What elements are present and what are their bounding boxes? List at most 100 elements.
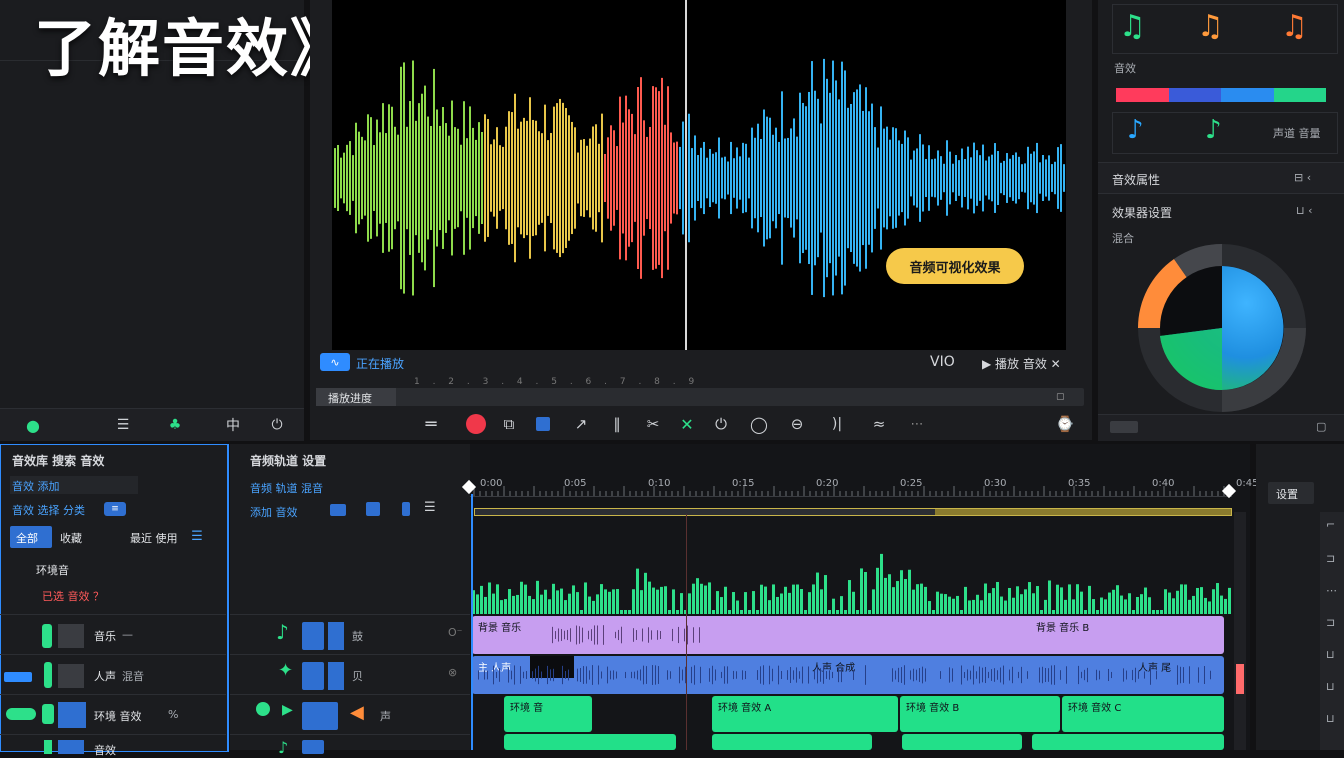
music-note-green2-icon[interactable]: ♪ [1205, 115, 1222, 145]
edit-icon[interactable]: ☰ [112, 414, 134, 436]
loop-icon[interactable]: ⏻ [710, 413, 732, 435]
library-row2[interactable]: 音效 选择 分类 [12, 502, 85, 518]
clip-green-row2-c[interactable] [902, 734, 1022, 750]
clip-green-1[interactable]: 环境 音 [504, 696, 592, 732]
cut-icon[interactable]: ✂ [642, 413, 664, 435]
clip-green-row2-a[interactable] [504, 734, 676, 750]
right-toggle[interactable] [1110, 421, 1138, 433]
level-bar [1048, 580, 1051, 614]
library-list-icon[interactable]: ☰ [188, 528, 206, 544]
mic-icon[interactable]: ● [22, 414, 44, 436]
progress-end-handle[interactable]: ▢ [1056, 392, 1066, 402]
mid-track4-note-icon[interactable]: ♪ [278, 738, 288, 757]
mid-track1-block[interactable] [302, 622, 324, 650]
cursor-icon[interactable]: ↗ [570, 413, 592, 435]
more-icon[interactable]: ⋯ [906, 413, 928, 435]
header-btn-c[interactable] [402, 502, 410, 516]
mix-icon[interactable]: 中 [222, 414, 244, 436]
clip-wave-bar [826, 671, 827, 679]
mid-track2-btn[interactable] [328, 662, 344, 690]
header-btn-a[interactable] [330, 504, 346, 516]
clip-purple-1[interactable]: 背景 音乐 背景 音乐 B [472, 616, 1224, 654]
mid-track2-fader-icon[interactable]: ✦ [278, 660, 293, 681]
track4-mute-icon[interactable] [44, 740, 52, 754]
clip-wave-bar [558, 628, 559, 642]
playing-badge[interactable]: ∿ [320, 353, 350, 371]
far-right-tab[interactable]: 设置 [1268, 482, 1314, 504]
music-note-green-icon[interactable]: ♫ [1119, 9, 1146, 44]
music-note-orange2-icon[interactable]: ♫ [1281, 9, 1308, 44]
section3-menu-icon[interactable]: ⊔ ‹ [1296, 204, 1312, 217]
power-icon[interactable]: ⏻ [266, 414, 288, 436]
music-note-blue-icon[interactable]: ♪ [1127, 115, 1144, 145]
timeline-playhead[interactable] [471, 494, 473, 750]
color-strip[interactable] [1116, 88, 1326, 102]
library-tab2[interactable]: 收藏 [60, 530, 82, 546]
header-btn-b[interactable] [366, 502, 380, 516]
stop-icon[interactable] [536, 417, 550, 431]
tracks-header-row1[interactable]: 音频 轨道 混音 [250, 480, 323, 496]
mid-track2-knob[interactable]: ⊗ [448, 666, 457, 679]
tracks-header-row2[interactable]: 添加 音效 [250, 504, 298, 520]
library-row2-icon[interactable]: ≡ [104, 502, 126, 516]
waveform-bar [1024, 163, 1026, 193]
chat-icon[interactable]: ⊖ [786, 413, 808, 435]
mid-track1-btn[interactable] [328, 622, 344, 650]
clip-green-row2-b[interactable] [712, 734, 872, 750]
clip-blue-1[interactable]: 主 人声 人声 合成 人声 尾 [472, 656, 1224, 694]
progress-track[interactable]: 播放进度 ▢ [316, 388, 1084, 406]
far-right-icon-5[interactable]: ⊔ [1326, 648, 1335, 661]
mid-track3-block[interactable] [302, 702, 338, 730]
clip-green-2[interactable]: 环境 音效 A [712, 696, 898, 732]
waveform-bar [1012, 155, 1014, 201]
playhead-line[interactable] [685, 0, 687, 350]
mid-track3-tri-icon[interactable]: ▶ [282, 702, 293, 718]
waveform-bar [826, 78, 828, 278]
mid-track3-play-icon[interactable] [256, 702, 270, 716]
waveform-bar [868, 111, 870, 245]
track3-mute-icon[interactable] [42, 704, 54, 724]
clip-icon[interactable]: ⧉ [498, 413, 520, 435]
far-right-icon-3[interactable]: ⋯ [1326, 584, 1337, 597]
mid-track2-block[interactable] [302, 662, 324, 690]
timeline-scrollbar[interactable] [1234, 512, 1246, 750]
music-note-orange-icon[interactable]: ♫ [1197, 9, 1224, 44]
effect-dial[interactable] [1134, 240, 1310, 416]
track3-toggle[interactable] [6, 708, 36, 720]
mid-track1-knob[interactable]: O⁻ [448, 626, 462, 639]
library-row1[interactable]: 音效 添加 [10, 476, 138, 494]
far-right-icon-4[interactable]: ⊐ [1326, 616, 1335, 629]
preview-right-controls[interactable]: ▶ 播放 音效 ✕ [982, 355, 1061, 372]
far-right-icon-1[interactable]: ⌐ [1326, 518, 1335, 531]
x-icon[interactable]: ✕ [676, 413, 698, 435]
right-bottom-icon[interactable]: ▢ [1316, 420, 1326, 433]
clip-green-4[interactable]: 环境 音效 C [1062, 696, 1224, 732]
mid-track1-note-icon[interactable]: ♪ [276, 620, 289, 644]
far-right-icon-6[interactable]: ⊔ [1326, 680, 1335, 693]
far-right-icon-7[interactable]: ⊔ [1326, 712, 1335, 725]
volume-icon[interactable]: )| [826, 413, 848, 435]
section2-collapse-icon[interactable]: ⊟ ‹ [1294, 171, 1311, 184]
clock-icon[interactable]: ⌚ [1054, 413, 1076, 435]
level-icon[interactable]: ♣ [164, 414, 186, 436]
scrollbar-thumb[interactable] [1236, 664, 1244, 694]
level-bar [1224, 598, 1227, 614]
library-tab3[interactable]: 最近 使用 [130, 530, 178, 546]
track1-mute-icon[interactable] [42, 624, 52, 648]
blade-icon[interactable]: ∥ [606, 413, 628, 435]
far-right-icon-2[interactable]: ⊐ [1326, 552, 1335, 565]
track2-mute-icon[interactable] [44, 662, 52, 688]
wave-icon[interactable]: ≈ [868, 413, 890, 435]
level-bar [984, 583, 987, 614]
clip-green-3[interactable]: 环境 音效 B [900, 696, 1060, 732]
library-tab-active[interactable]: 全部 [10, 526, 52, 548]
clip-wave-bar [658, 666, 659, 684]
mid-track4-block[interactable] [302, 740, 324, 754]
mid-track3-speaker-icon[interactable]: ◀ [350, 702, 364, 723]
track2-solo-icon[interactable] [4, 672, 32, 682]
comment-icon[interactable]: ◯ [748, 413, 770, 435]
menu-icon[interactable]: ═ [420, 413, 442, 435]
record-icon[interactable] [466, 414, 486, 434]
clip-green-row2-d[interactable] [1032, 734, 1224, 750]
header-menu-icon[interactable]: ☰ [424, 500, 436, 515]
